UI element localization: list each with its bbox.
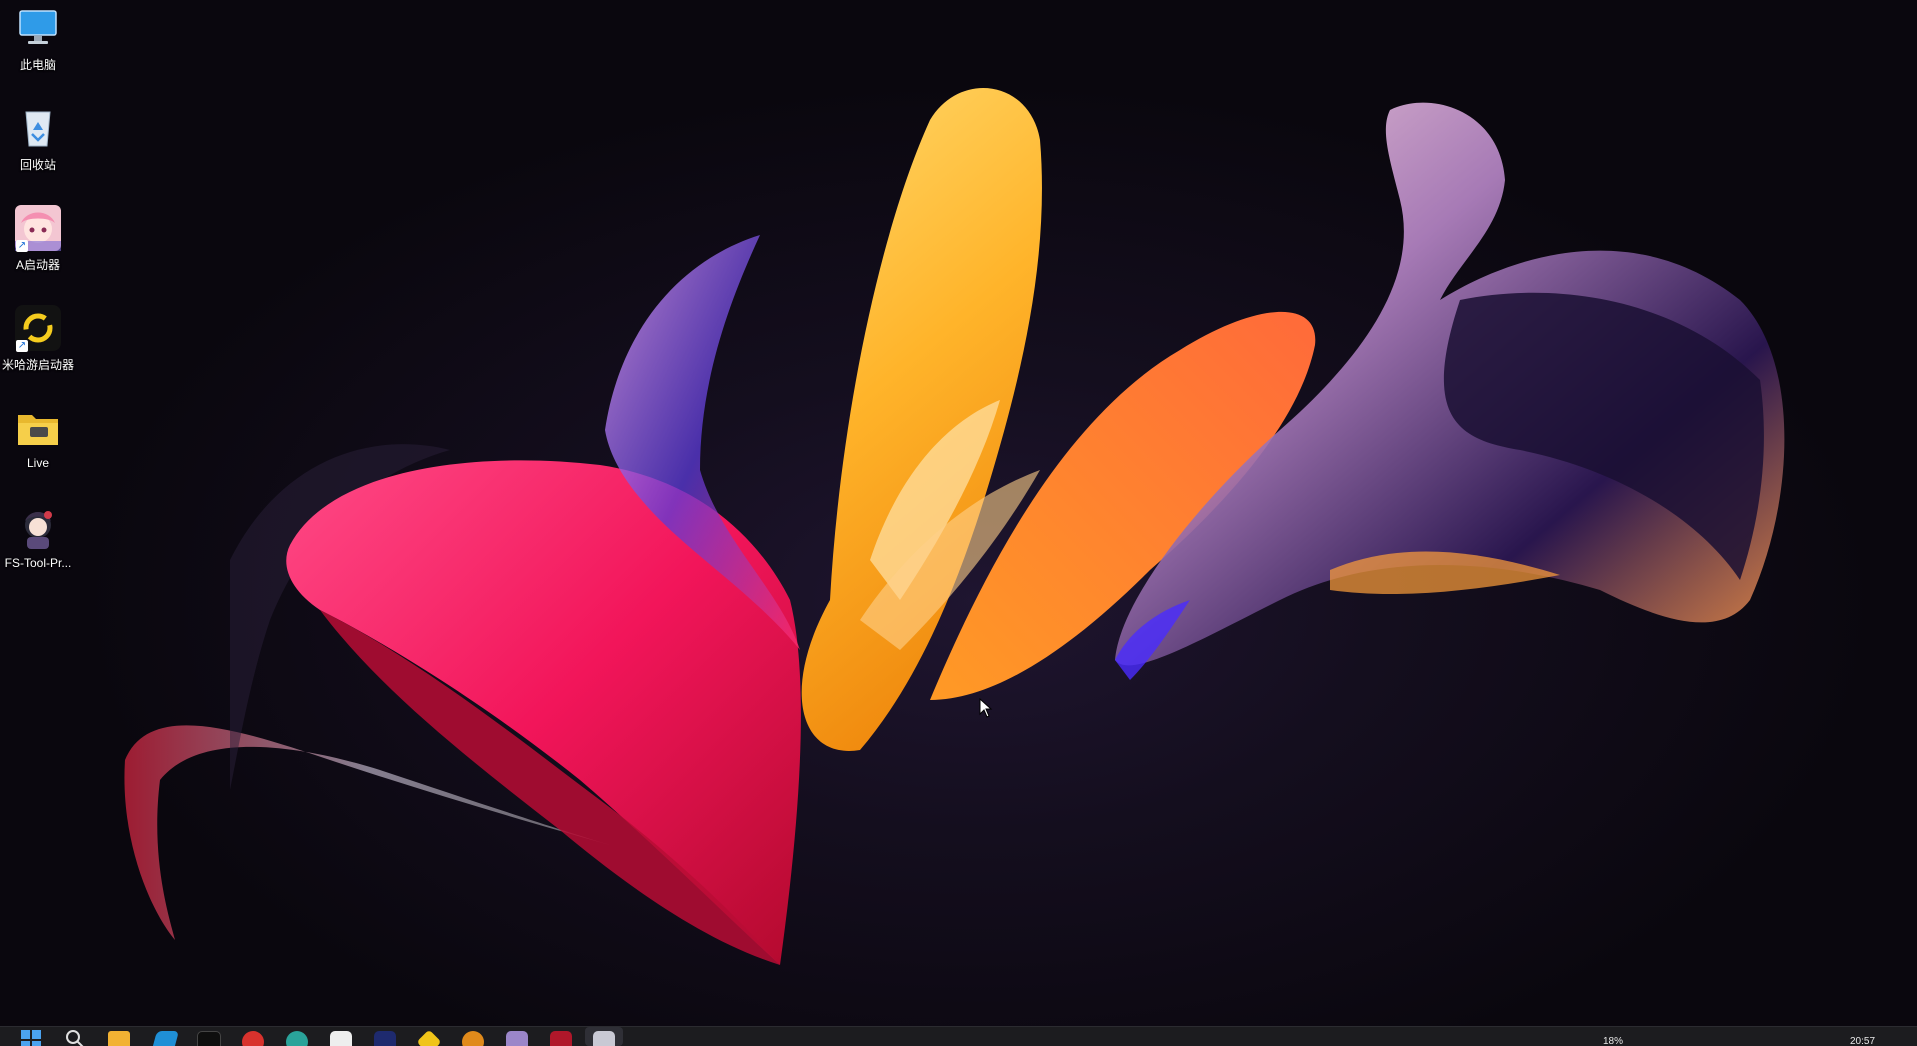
desktop-icon-label: 回收站: [0, 156, 76, 173]
desktop-icon-label: A启动器: [0, 256, 76, 273]
taskbar-browser[interactable]: [150, 1029, 180, 1046]
desktop-icon-recycle-bin[interactable]: 回收站: [0, 100, 76, 196]
taskbar-app-crimson[interactable]: [546, 1029, 576, 1046]
app-dark-icon: [197, 1031, 221, 1046]
wallpaper-image: [0, 0, 1917, 1026]
app-navy-icon: [374, 1031, 396, 1046]
this-pc-icon: [14, 4, 62, 52]
taskbar-app-navy[interactable]: [370, 1029, 400, 1046]
app-teal-icon: [286, 1031, 308, 1046]
desktop-icon-anime-launcher[interactable]: ↗ A启动器: [0, 200, 76, 296]
shortcut-arrow-icon: ↗: [16, 340, 28, 352]
taskbar-app-dark[interactable]: [194, 1029, 224, 1046]
taskbar-app-yellow[interactable]: [414, 1029, 444, 1046]
browser-icon: [151, 1031, 179, 1046]
desktop-icon-mihoyo-launcher[interactable]: ↗ 米哈游启动器: [0, 300, 76, 396]
taskbar-app-red[interactable]: [238, 1029, 268, 1046]
desktop-icon-fs-tool[interactable]: FS-Tool-Pr...: [0, 500, 76, 596]
folder-icon: [14, 404, 62, 452]
taskbar-app-active[interactable]: [589, 1029, 619, 1046]
desktop-icon-this-pc[interactable]: 此电脑: [0, 0, 76, 96]
file-explorer-icon: [108, 1031, 130, 1046]
fs-tool-icon: [14, 504, 62, 552]
taskbar-app-orange[interactable]: [458, 1029, 488, 1046]
desktop-icon-label: 此电脑: [0, 56, 76, 73]
app-red-icon: [242, 1031, 264, 1046]
start-button[interactable]: [16, 1029, 46, 1046]
desktop-icon-label: Live: [0, 456, 76, 470]
mihoyo-launcher-icon: ↗: [14, 304, 62, 352]
mouse-cursor-icon: [979, 698, 993, 718]
desktop-icon-label: FS-Tool-Pr...: [0, 556, 76, 570]
taskbar-file-explorer[interactable]: [104, 1029, 134, 1046]
search-button[interactable]: [60, 1029, 90, 1046]
start-icon: [20, 1029, 42, 1046]
desktop[interactable]: 此电脑 回收站 ↗ A启动器: [0, 0, 1917, 1026]
recycle-bin-icon: [14, 104, 62, 152]
taskbar-app-purple[interactable]: [502, 1029, 532, 1046]
app-white-icon: [330, 1031, 352, 1046]
taskbar-app-white[interactable]: [326, 1029, 356, 1046]
app-orange-icon: [462, 1031, 484, 1046]
search-icon: [65, 1029, 85, 1046]
app-crimson-icon: [550, 1031, 572, 1046]
app-purple-icon: [506, 1031, 528, 1046]
anime-launcher-icon: ↗: [14, 204, 62, 252]
app-active-icon: [593, 1031, 615, 1046]
shortcut-arrow-icon: ↗: [16, 240, 28, 252]
desktop-icon-live-folder[interactable]: Live: [0, 400, 76, 496]
taskbar: 18% 20:57: [0, 1026, 1917, 1046]
app-yellow-icon: [417, 1030, 442, 1046]
taskbar-app-teal[interactable]: [282, 1029, 312, 1046]
desktop-icon-label: 米哈游启动器: [0, 356, 76, 373]
